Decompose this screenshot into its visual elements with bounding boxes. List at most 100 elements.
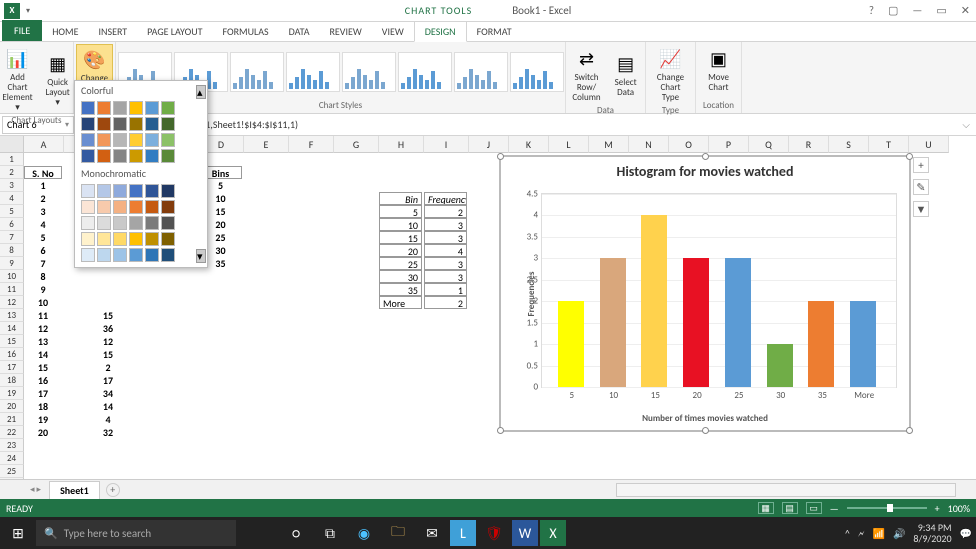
minimize-button[interactable]: — <box>912 4 922 17</box>
tray-chevron-icon[interactable]: ^ <box>845 527 850 540</box>
cell[interactable]: 15 <box>64 348 152 361</box>
column-header[interactable]: U <box>909 136 949 153</box>
battery-icon[interactable]: 🗲 <box>858 527 865 540</box>
row-header[interactable]: 23 <box>0 439 24 452</box>
cell[interactable]: 18 <box>24 400 62 413</box>
tab-design[interactable]: DESIGN <box>414 21 467 42</box>
chart-handle-ne[interactable] <box>906 153 913 160</box>
wifi-icon[interactable]: 📶 <box>873 527 885 540</box>
color-scheme-option[interactable] <box>75 148 207 164</box>
sheet-nav-prev[interactable]: ◂ ▸ <box>30 484 41 495</box>
cell[interactable]: 25 <box>379 257 422 270</box>
zoom-slider[interactable] <box>847 507 927 509</box>
chart-style-option[interactable] <box>286 52 340 92</box>
chart-handle-sw[interactable] <box>497 427 504 434</box>
tab-view[interactable]: VIEW <box>372 22 414 41</box>
row-header[interactable]: 13 <box>0 309 24 322</box>
row-header[interactable]: 8 <box>0 244 24 257</box>
taskbar-clock[interactable]: 9:34 PM 8/9/2020 <box>913 522 951 544</box>
cell[interactable]: 14 <box>64 400 152 413</box>
view-page-layout-button[interactable]: ▤ <box>782 502 798 514</box>
cell[interactable]: 4 <box>24 218 62 231</box>
column-header[interactable]: H <box>379 136 424 153</box>
cell[interactable]: 15 <box>379 231 422 244</box>
add-sheet-button[interactable]: + <box>106 483 120 497</box>
cell[interactable]: 2 <box>424 296 467 309</box>
cell[interactable]: Bin <box>379 192 422 205</box>
cell[interactable]: 20 <box>24 426 62 439</box>
cell[interactable]: 2 <box>64 361 152 374</box>
change-chart-type-button[interactable]: 📈Change Chart Type <box>652 44 689 105</box>
column-header[interactable]: F <box>289 136 334 153</box>
switch-row-column-button[interactable]: ⇄Switch Row/ Column <box>568 44 604 105</box>
chart-plot-area[interactable]: 00.511.522.533.544.55101520253035More <box>541 193 897 388</box>
column-header[interactable]: J <box>469 136 509 153</box>
cell[interactable]: 4 <box>64 413 152 426</box>
chart-style-option[interactable] <box>342 52 396 92</box>
cell[interactable]: 1 <box>424 283 467 296</box>
cell[interactable]: 12 <box>64 335 152 348</box>
app-icon-l[interactable]: L <box>450 520 476 546</box>
chart-bar[interactable] <box>558 301 584 387</box>
cell[interactable]: 14 <box>24 348 62 361</box>
cell[interactable]: 6 <box>24 244 62 257</box>
file-explorer-icon[interactable]: 🗀 <box>382 519 414 547</box>
cell[interactable]: 3 <box>24 205 62 218</box>
tab-page-layout[interactable]: PAGE LAYOUT <box>137 22 212 41</box>
view-page-break-button[interactable]: ▭ <box>806 502 822 514</box>
cell[interactable]: 2 <box>24 192 62 205</box>
cell[interactable]: S. No <box>24 166 62 179</box>
start-button[interactable]: ⊞ <box>4 519 32 547</box>
row-header[interactable]: 9 <box>0 257 24 270</box>
color-scheme-option[interactable] <box>75 183 207 199</box>
column-header[interactable]: S <box>829 136 869 153</box>
color-scheme-option[interactable] <box>75 116 207 132</box>
volume-icon[interactable]: 🔊 <box>893 527 905 540</box>
tab-format[interactable]: FORMAT <box>467 22 522 41</box>
popup-scroll-up[interactable]: ▴ <box>196 85 206 99</box>
row-header[interactable]: 11 <box>0 283 24 296</box>
chart-handle-nw[interactable] <box>497 153 504 160</box>
excel-taskbar-icon[interactable]: X <box>540 520 566 546</box>
row-header[interactable]: 7 <box>0 231 24 244</box>
chart-style-option[interactable] <box>398 52 452 92</box>
row-header[interactable]: 17 <box>0 361 24 374</box>
cell[interactable]: 30 <box>379 270 422 283</box>
formula-bar-expand[interactable]: ⌵ <box>962 118 970 131</box>
cell[interactable]: 15 <box>64 309 152 322</box>
cell[interactable]: 1 <box>24 179 62 192</box>
add-chart-element-button[interactable]: 📊 Add Chart Element ▾ <box>0 44 37 115</box>
column-header[interactable]: T <box>869 136 909 153</box>
tab-data[interactable]: DATA <box>279 22 320 41</box>
cell[interactable]: 7 <box>24 257 62 270</box>
column-header[interactable]: K <box>509 136 549 153</box>
color-scheme-option[interactable] <box>75 231 207 247</box>
row-header[interactable]: 21 <box>0 413 24 426</box>
view-normal-button[interactable]: ▦ <box>758 502 774 514</box>
column-header[interactable]: R <box>789 136 829 153</box>
tab-insert[interactable]: INSERT <box>89 22 138 41</box>
cell[interactable]: 3 <box>424 231 467 244</box>
column-header[interactable]: G <box>334 136 379 153</box>
cell[interactable]: 32 <box>64 426 152 439</box>
row-header[interactable]: 18 <box>0 374 24 387</box>
ribbon-display-button[interactable]: ▢ <box>888 4 898 17</box>
select-all-corner[interactable] <box>0 136 24 153</box>
cell[interactable]: 13 <box>24 335 62 348</box>
column-header[interactable]: M <box>589 136 629 153</box>
notifications-icon[interactable]: 💬 <box>960 527 972 540</box>
zoom-level[interactable]: 100% <box>948 502 970 515</box>
column-header[interactable]: A <box>24 136 64 153</box>
row-header[interactable]: 5 <box>0 205 24 218</box>
chart-style-option[interactable] <box>510 52 564 92</box>
chart-handle-n[interactable] <box>702 153 709 160</box>
color-scheme-option[interactable] <box>75 132 207 148</box>
cortana-icon[interactable]: ○ <box>280 519 312 547</box>
chart-elements-button[interactable]: + <box>913 157 929 173</box>
row-header[interactable]: 1 <box>0 153 24 166</box>
row-header[interactable]: 10 <box>0 270 24 283</box>
chart-handle-s[interactable] <box>702 427 709 434</box>
taskbar-search[interactable]: 🔍 Type here to search <box>36 520 236 546</box>
chart-title[interactable]: Histogram for movies watched <box>501 163 909 180</box>
row-header[interactable]: 6 <box>0 218 24 231</box>
